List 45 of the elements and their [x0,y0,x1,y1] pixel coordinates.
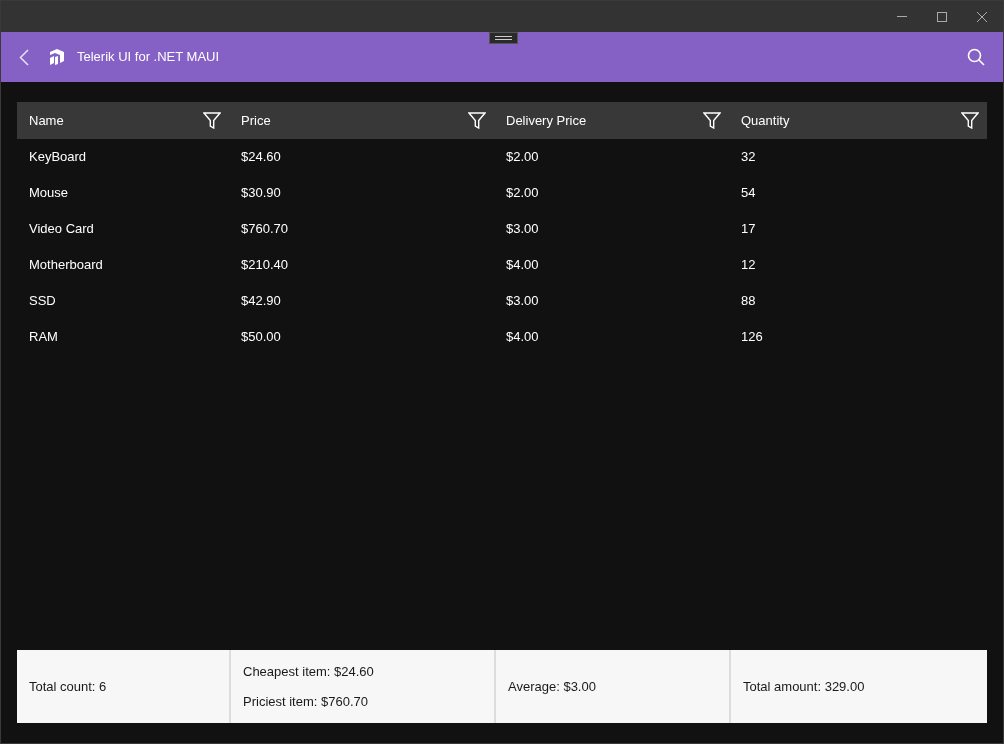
table-cell: $24.60 [241,149,281,165]
aggregate-text: Total amount: 329.00 [743,677,866,696]
table-cell: Motherboard [29,257,103,273]
filter-icon[interactable] [961,112,979,129]
table-cell: $4.00 [506,257,539,273]
table-cell: KeyBoard [29,149,87,165]
table-cell: $760.70 [241,221,288,237]
maximize-icon[interactable] [937,11,947,22]
table-cell: 12 [741,257,756,273]
table-cell: $3.00 [506,221,539,237]
table-cell: Video Card [29,221,94,237]
table-cell: SSD [29,293,56,309]
filter-icon[interactable] [203,112,221,129]
table-cell: $50.00 [241,329,281,345]
aggregate-text: Priciest item: $760.70 [243,693,369,711]
table-cell: 126 [741,329,763,345]
aggregate-text: Average: $3.00 [508,677,597,696]
table-cell: 88 [741,293,756,309]
table-cell: $4.00 [506,329,539,345]
column-header[interactable]: Quantity [741,110,790,131]
table-cell: 17 [741,221,756,237]
column-header[interactable]: Delivery Price [506,110,587,131]
table-cell: Mouse [29,185,69,201]
aggregate-text: Cheapest item: $24.60 [243,662,375,681]
table-cell: $42.90 [241,293,281,309]
search-icon[interactable] [967,48,985,66]
table-cell: $2.00 [506,149,539,165]
column-header[interactable]: Name [29,110,64,131]
logo-icon [47,48,67,66]
close-icon[interactable] [977,11,987,22]
aggregate-text: Total count: 6 [29,677,108,696]
table-cell: $2.00 [506,185,539,201]
back-icon[interactable] [19,48,29,66]
app-title: Telerik UI for .NET MAUI [77,48,220,67]
column-header[interactable]: Price [241,110,271,131]
table-cell: RAM [29,329,58,345]
filter-icon[interactable] [703,112,721,129]
drag-handle[interactable] [489,32,518,44]
table-cell: 32 [741,149,756,165]
table-cell: $3.00 [506,293,539,309]
table-cell: $210.40 [241,257,288,273]
minimize-icon[interactable] [897,15,907,18]
table-cell: $30.90 [241,185,281,201]
table-cell: 54 [741,185,756,201]
filter-icon[interactable] [468,112,486,129]
